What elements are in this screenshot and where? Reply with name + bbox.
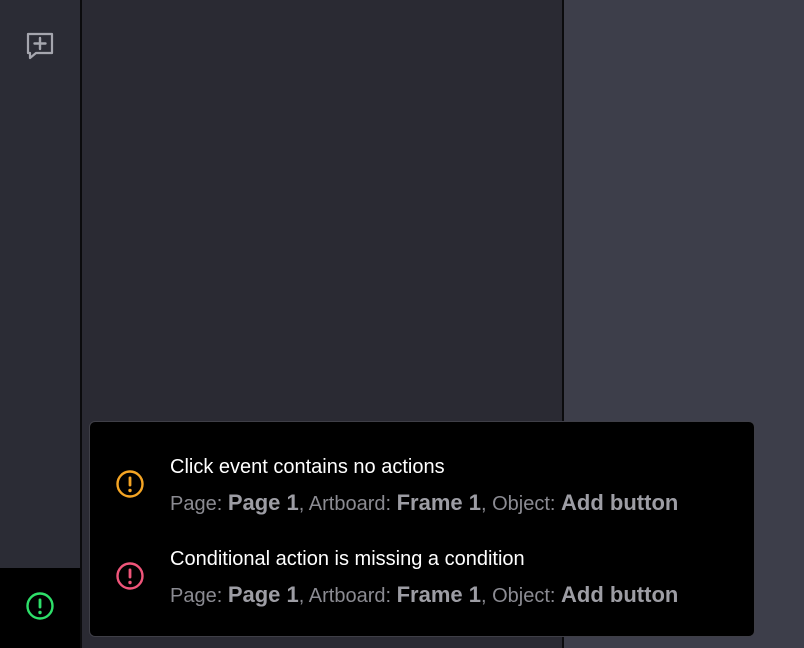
- page-label: Page:: [170, 493, 228, 515]
- problems-status-area: [0, 568, 80, 648]
- left-rail: [0, 0, 82, 648]
- problem-location: Page: Page 1, Artboard: Frame 1, Object:…: [170, 582, 678, 608]
- problem-title: Conditional action is missing a conditio…: [170, 548, 525, 570]
- problem-title: Click event contains no actions: [170, 456, 445, 478]
- page-label: Page:: [170, 585, 228, 607]
- artboard-value: Frame 1: [396, 490, 481, 515]
- page-value: Page 1: [227, 582, 299, 607]
- object-value: Add button: [561, 490, 679, 515]
- problem-location: Page: Page 1, Artboard: Frame 1, Object:…: [170, 490, 678, 516]
- problems-button[interactable]: [20, 588, 60, 628]
- page-value: Page 1: [227, 490, 299, 515]
- object-value: Add button: [561, 582, 679, 607]
- exclamation-circle-icon: [25, 591, 55, 626]
- artboard-value: Frame 1: [396, 582, 481, 607]
- app-window: Click event contains no actions Page: Pa…: [0, 0, 804, 648]
- error-icon: [114, 560, 146, 592]
- add-comment-button[interactable]: [20, 28, 60, 68]
- artboard-label: , Artboard:: [298, 585, 397, 607]
- warning-icon: [114, 468, 146, 500]
- problem-item[interactable]: Conditional action is missing a conditio…: [114, 546, 742, 610]
- problem-item[interactable]: Click event contains no actions Page: Pa…: [114, 454, 742, 518]
- artboard-label: , Artboard:: [298, 493, 397, 515]
- comment-add-icon: [25, 31, 55, 66]
- object-label: , Object:: [481, 493, 562, 515]
- object-label: , Object:: [481, 585, 562, 607]
- problems-popover: Click event contains no actions Page: Pa…: [89, 421, 755, 637]
